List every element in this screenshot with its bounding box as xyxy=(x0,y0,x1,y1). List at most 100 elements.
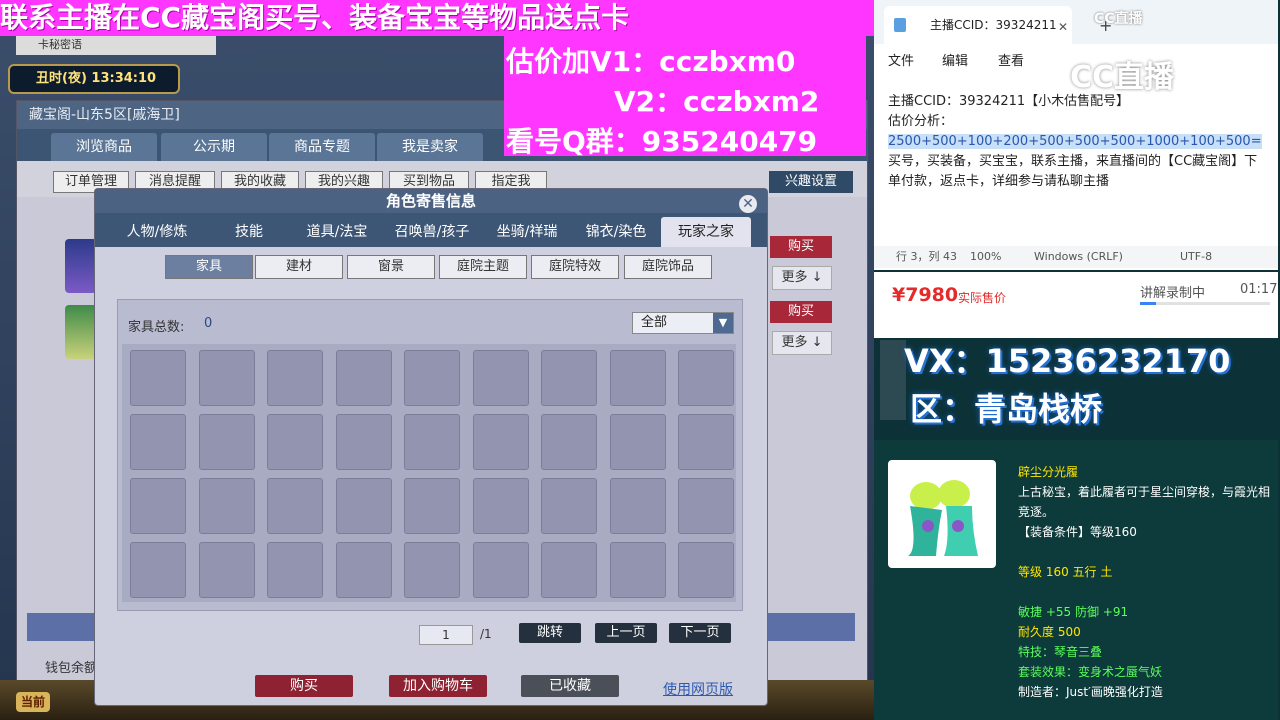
furniture-count: 0 xyxy=(204,316,213,331)
filter-furniture[interactable]: 家具 xyxy=(165,255,253,279)
tab-items[interactable]: 道具/法宝 xyxy=(291,217,383,247)
row-more-button[interactable]: 更多 ↓ xyxy=(772,331,832,355)
furniture-slot[interactable] xyxy=(404,478,460,534)
furniture-slot[interactable] xyxy=(267,542,323,598)
furniture-slot[interactable] xyxy=(472,542,529,598)
shop-tab-browse[interactable]: 浏览商品 xyxy=(51,133,157,161)
server-zone: 区：青岛栈桥 xyxy=(910,390,1103,428)
close-icon[interactable]: ✕ xyxy=(739,195,757,213)
recording-time: 01:17 xyxy=(1240,282,1278,297)
furniture-slot[interactable] xyxy=(609,350,666,406)
furniture-slot[interactable] xyxy=(198,478,255,534)
menu-edit[interactable]: 编辑 xyxy=(942,50,968,69)
furniture-slot[interactable] xyxy=(335,478,392,534)
shop-tab-public[interactable]: 公示期 xyxy=(161,133,267,161)
filter-building[interactable]: 建材 xyxy=(255,255,343,279)
row-more-button[interactable]: 更多 ↓ xyxy=(772,266,832,290)
promo-qq-group: 看号Q群：935240479 xyxy=(506,125,818,158)
furniture-slot[interactable] xyxy=(198,542,255,598)
furniture-slot[interactable] xyxy=(472,414,529,470)
menu-view[interactable]: 查看 xyxy=(998,50,1024,69)
note-line: 估价分析： xyxy=(888,114,954,129)
furniture-slot[interactable] xyxy=(609,478,666,534)
vx-contact: VX：15236232170 xyxy=(904,342,1231,380)
game-window-tab[interactable]: 卡秘密语 xyxy=(16,35,216,55)
furniture-slot[interactable] xyxy=(541,350,597,406)
furniture-slot[interactable] xyxy=(609,414,666,470)
web-version-link[interactable]: 使用网页版 xyxy=(663,679,733,699)
tab-player-home[interactable]: 玩家之家 xyxy=(661,217,751,247)
tab-outfits[interactable]: 锦衣/染色 xyxy=(573,217,659,247)
furniture-slot[interactable] xyxy=(130,350,186,406)
category-select[interactable]: 全部 ▼ xyxy=(632,312,734,334)
item-special: 特技：琴音三叠 xyxy=(1018,645,1103,659)
actual-price-label: 实际售价 xyxy=(958,291,1007,305)
next-page-button[interactable]: 下一页 xyxy=(669,623,731,643)
collected-button[interactable]: 已收藏 xyxy=(521,675,619,697)
furniture-slot[interactable] xyxy=(404,350,460,406)
actual-price: ¥7980 xyxy=(892,284,959,306)
filter-yard-decor[interactable]: 庭院饰品 xyxy=(624,255,712,279)
furniture-slot[interactable] xyxy=(267,350,323,406)
notepad-tab[interactable]: 主播CCID：39324211 xyxy=(884,6,1072,44)
menu-file[interactable]: 文件 xyxy=(888,50,914,69)
shop-tab-topics[interactable]: 商品专题 xyxy=(269,133,375,161)
furniture-slot[interactable] xyxy=(130,478,186,534)
stream-sidebar: 主播CCID：39324211 ✕ + 文件 编辑 查看 主播CCID：3932… xyxy=(874,0,1280,720)
row-buy-button[interactable]: 购买 xyxy=(770,301,832,323)
furniture-slot[interactable] xyxy=(678,350,734,406)
page-input[interactable]: 1 xyxy=(419,625,473,645)
furniture-slot[interactable] xyxy=(541,414,597,470)
furniture-slot[interactable] xyxy=(541,478,597,534)
boots-icon xyxy=(888,460,996,568)
notepad-statusbar: 行 3，列 43 100% Windows (CRLF) UTF-8 xyxy=(874,246,1278,268)
furniture-slot[interactable] xyxy=(267,478,323,534)
filter-yard-effect[interactable]: 庭院特效 xyxy=(531,255,619,279)
furniture-slot[interactable] xyxy=(335,542,392,598)
furniture-slot[interactable] xyxy=(472,478,529,534)
encoding: UTF-8 xyxy=(1180,250,1213,263)
interest-settings-button[interactable]: 兴趣设置 xyxy=(769,171,853,193)
tab-character[interactable]: 人物/修炼 xyxy=(107,217,207,247)
tab-mounts[interactable]: 坐骑/祥瑞 xyxy=(481,217,573,247)
recording-progress xyxy=(1140,302,1270,305)
jump-button[interactable]: 跳转 xyxy=(519,623,581,643)
close-icon[interactable]: ✕ xyxy=(1058,20,1068,34)
furniture-slot[interactable] xyxy=(404,414,460,470)
furniture-slot[interactable] xyxy=(472,350,529,406)
furniture-slot[interactable] xyxy=(130,542,186,598)
prev-page-button[interactable]: 上一页 xyxy=(595,623,657,643)
avatar xyxy=(65,305,97,359)
furniture-slot[interactable] xyxy=(198,350,255,406)
furniture-count-label: 家具总数: xyxy=(128,320,185,335)
furniture-slot[interactable] xyxy=(678,542,734,598)
notepad-text[interactable]: 主播CCID：39324211【小木估售配号】 估价分析： 2500+500+1… xyxy=(888,92,1268,192)
tab-pets[interactable]: 召唤兽/孩子 xyxy=(383,217,481,247)
item-maker: 制造者：Just′画晚强化打造 xyxy=(1018,685,1163,699)
notepad-window: 主播CCID：39324211 ✕ + 文件 编辑 查看 主播CCID：3932… xyxy=(874,0,1278,270)
furniture-slot[interactable] xyxy=(267,414,323,470)
notepad-titlebar: 主播CCID：39324211 ✕ + xyxy=(874,0,1278,44)
furniture-slot[interactable] xyxy=(335,350,392,406)
current-channel-button[interactable]: 当前 xyxy=(16,692,50,712)
chevron-down-icon[interactable]: ▼ xyxy=(713,313,733,333)
furniture-slot[interactable] xyxy=(130,414,186,470)
furniture-slot[interactable] xyxy=(335,414,392,470)
furniture-slot[interactable] xyxy=(541,542,597,598)
filter-window[interactable]: 窗景 xyxy=(347,255,435,279)
furniture-slot[interactable] xyxy=(404,542,460,598)
row-buy-button[interactable]: 购买 xyxy=(770,236,832,258)
game-client: 卡秘密语 丑时(夜) 13:34:10 藏宝阁-山东5区[戚海卫] 浏览商品 公… xyxy=(0,0,874,720)
furniture-slot[interactable] xyxy=(609,542,666,598)
furniture-slot[interactable] xyxy=(678,478,734,534)
shop-tab-seller[interactable]: 我是卖家 xyxy=(377,133,483,161)
buy-button[interactable]: 购买 xyxy=(255,675,353,697)
avatar xyxy=(65,239,97,293)
promo-v2: V2：cczbxm2 xyxy=(614,85,820,118)
tab-skills[interactable]: 技能 xyxy=(207,217,291,247)
add-to-cart-button[interactable]: 加入购物车 xyxy=(389,675,487,697)
furniture-slot[interactable] xyxy=(678,414,734,470)
filter-yard-theme[interactable]: 庭院主题 xyxy=(439,255,527,279)
dialog-tab-bar: 人物/修炼 技能 道具/法宝 召唤兽/孩子 坐骑/祥瑞 锦衣/染色 玩家之家 xyxy=(95,213,767,247)
furniture-slot[interactable] xyxy=(198,414,255,470)
